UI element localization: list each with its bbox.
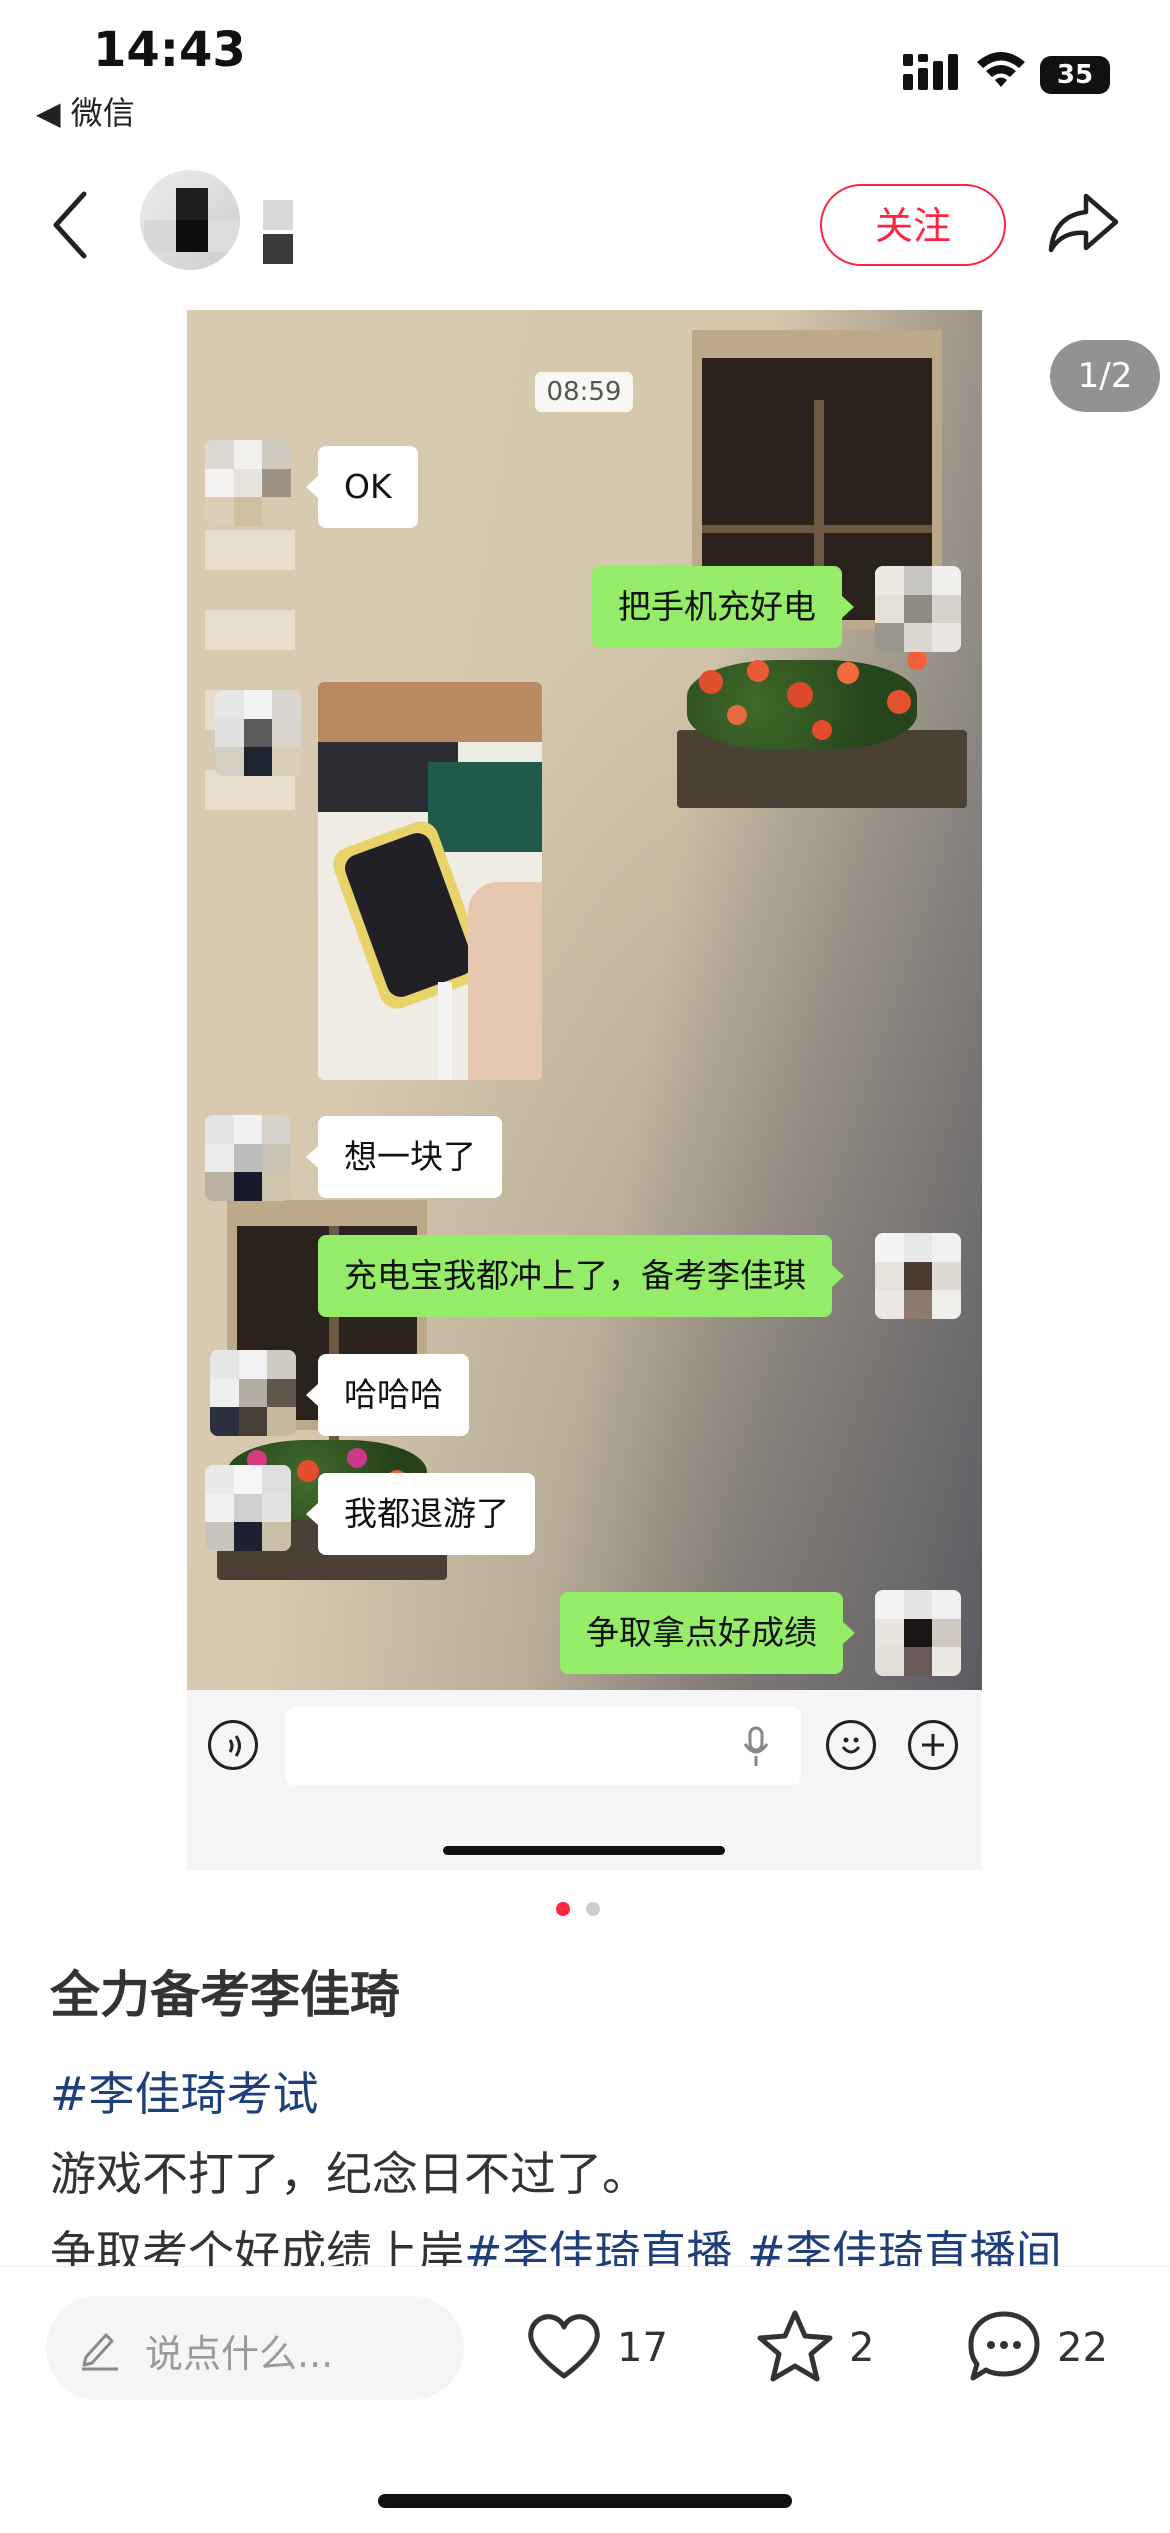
chat-avatar [875,1590,961,1676]
chat-bubble-sent: 充电宝我都冲上了，备考李佳琪 [318,1235,844,1317]
chat-avatar [210,1350,296,1436]
cellular-signal-icon [903,54,958,90]
page-dot-active [556,1902,570,1916]
chat-bubble-received: OK [306,446,418,528]
post-body-line: 游戏不打了，纪念日不过了。 [50,2147,648,2201]
battery-indicator: 35 [1040,56,1110,94]
plus-icon [922,1734,944,1756]
image-page-counter: 1/2 [1050,340,1160,412]
favorite-star-icon[interactable] [755,2308,835,2384]
chat-photo-message [318,682,542,1080]
emoji-face-icon [841,1737,861,1754]
home-indicator [378,2494,792,2508]
chat-bubble-sent: 把手机充好电 [592,566,854,648]
chat-text-input [286,1707,801,1785]
chat-avatar [875,1233,961,1319]
author-avatar[interactable] [140,170,240,270]
author-name-blurred[interactable] [263,200,353,264]
back-arrow-icon[interactable] [50,190,90,260]
chat-avatar [205,1115,291,1201]
status-time: 14:43 [93,22,246,78]
chat-bubble-received: 我都退游了 [306,1473,535,1555]
voice-waves-icon [228,1735,241,1757]
comment-bubble-icon[interactable] [965,2308,1043,2386]
back-to-app-link[interactable]: ◀ 微信 [36,88,135,134]
topic-tag-link[interactable]: #李佳琦考试 [50,2058,319,2124]
like-heart-icon[interactable] [525,2312,603,2382]
screenshot-home-indicator [443,1846,725,1855]
chat-avatar [875,566,961,652]
wifi-icon [977,52,1025,87]
like-count[interactable]: 17 [617,2325,668,2371]
comment-placeholder[interactable]: 说点什么... [145,2323,333,2378]
favorite-count[interactable]: 2 [849,2325,874,2371]
chat-bubble-sent: 争取拿点好成绩 [560,1592,855,1674]
chat-avatar [205,1465,291,1551]
chat-bubble-received: 哈哈哈 [306,1354,469,1436]
chat-avatar [205,440,291,526]
share-icon[interactable] [1046,190,1120,256]
page-dot [586,1902,600,1916]
chat-avatar [215,690,301,776]
chat-bubble-received: 想一块了 [306,1116,502,1198]
pencil-icon [82,2333,118,2371]
chat-timestamp: 08:59 [535,372,633,412]
microphone-icon [743,1726,769,1766]
comment-count[interactable]: 22 [1057,2325,1108,2371]
follow-button[interactable]: 关注 [820,184,1006,266]
post-title: 全力备考李佳琦 [50,1966,400,2024]
